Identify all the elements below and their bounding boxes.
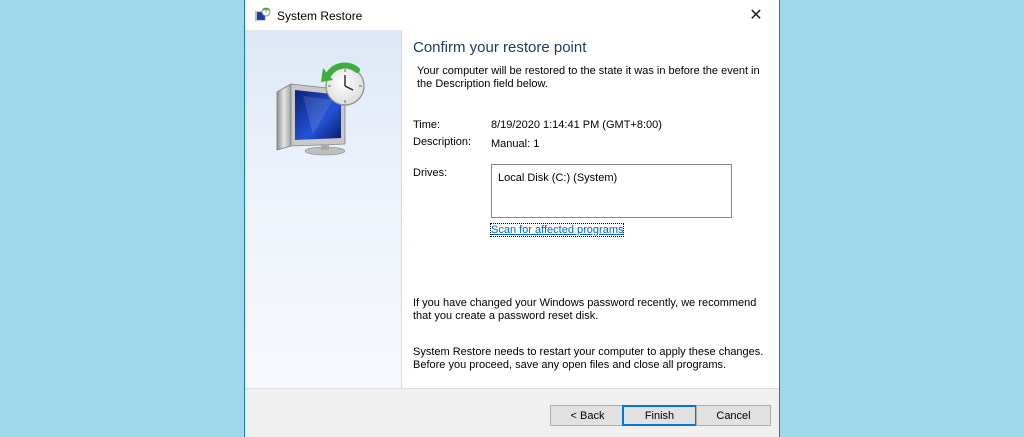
drives-label: Drives: (413, 167, 448, 179)
system-restore-window: System Restore ✕ Confirm your restore po… (244, 0, 780, 437)
restart-note: System Restore needs to restart your com… (413, 346, 764, 371)
scan-affected-programs-link[interactable]: Scan for affected programs (489, 223, 625, 237)
finish-button[interactable]: Finish (622, 405, 697, 426)
description-label: Description: (413, 136, 472, 148)
drives-list[interactable]: Local Disk (C:) (System) (491, 164, 732, 218)
side-banner (245, 30, 402, 388)
intro-text: Your computer will be restored to the st… (417, 65, 760, 90)
description-value: Manual: 1 (491, 138, 540, 150)
time-label: Time: (413, 119, 441, 131)
list-item[interactable]: Local Disk (C:) (System) (498, 172, 617, 184)
button-bar: < Back Finish Cancel (245, 388, 779, 437)
main-content: Confirm your restore point Your computer… (413, 30, 773, 388)
time-value: 8/19/2020 1:14:41 PM (GMT+8:00) (491, 119, 662, 131)
close-button[interactable]: ✕ (733, 0, 779, 30)
system-restore-icon (255, 7, 271, 23)
password-note: If you have changed your Windows passwor… (413, 297, 757, 322)
restore-illustration-icon (276, 62, 365, 156)
page-title: Confirm your restore point (413, 39, 587, 56)
close-icon: ✕ (749, 7, 763, 24)
back-button[interactable]: < Back (550, 405, 625, 426)
window-title: System Restore (277, 9, 363, 23)
cancel-button[interactable]: Cancel (696, 405, 771, 426)
title-bar: System Restore ✕ (245, 0, 779, 30)
